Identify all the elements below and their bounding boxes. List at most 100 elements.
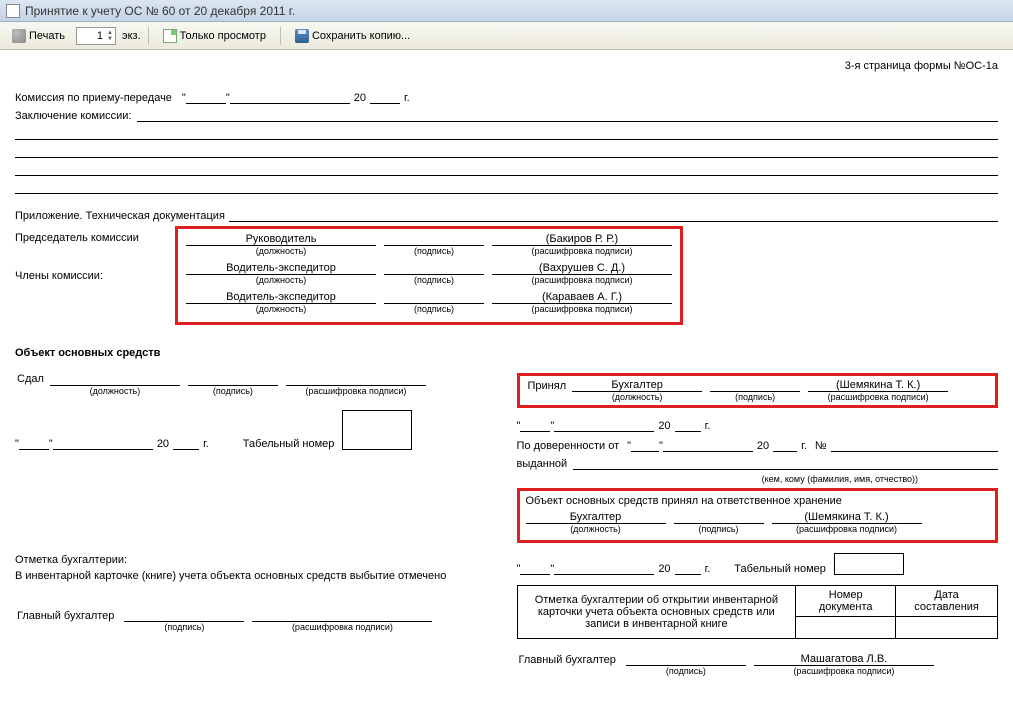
by-attorney-label: По доверенности от [517, 440, 620, 452]
storage-title: Объект основных средств принял на ответс… [526, 495, 990, 507]
year-prefix: 20 [658, 420, 670, 432]
chief-acc-left: Главный бухгалтер (подпись) (расшифровка… [15, 610, 432, 633]
left-date-line: "" 20 г. Табельный номер [15, 410, 497, 450]
num-sign: № [815, 440, 827, 452]
caption-decrypt: (расшифровка подписи) [808, 392, 948, 403]
year-g: г. [404, 92, 410, 104]
caption-signature: (подпись) [384, 304, 484, 315]
caption-position: (должность) [186, 246, 376, 257]
year-g: г. [705, 420, 711, 432]
doc-date-header: Дата составления [896, 586, 998, 617]
decrypt-value: (Бакиров Р. Р.) [492, 233, 672, 246]
accepted-highlight: Принял Бухгалтер (Шемякина Т. К.) (должн… [517, 373, 999, 408]
commission-label: Комиссия по приему-передаче [15, 92, 172, 104]
position-value: Бухгалтер [572, 379, 702, 392]
copies-spinner[interactable]: ▲ ▼ [76, 27, 116, 45]
rule [15, 126, 998, 140]
page-icon [163, 29, 177, 43]
year-prefix: 20 [757, 440, 769, 452]
chief-acc-right: Главный бухгалтер Машагатова Л.В. (подпи… [517, 653, 934, 676]
acc-mark-left-1: Отметка бухгалтерии: [15, 554, 497, 566]
doc-num-header: Номер документа [796, 586, 896, 617]
caption-decrypt: (расшифровка подписи) [754, 666, 934, 677]
window-titlebar: Принятие к учету ОС № 60 от 20 декабря 2… [0, 0, 1013, 22]
tab-number-label: Табельный номер [243, 438, 335, 450]
caption-position: (должность) [572, 392, 702, 403]
chief-acc-label: Главный бухгалтер [517, 653, 626, 666]
print-button[interactable]: Печать [5, 26, 72, 46]
signature-value [626, 653, 746, 666]
accounting-note-table: Отметка бухгалтерии об открытии инвентар… [517, 585, 999, 639]
chevron-down-icon[interactable]: ▼ [107, 36, 113, 42]
accepted-label: Принял [526, 379, 573, 392]
issued-label: выданной [517, 458, 568, 470]
decrypt-value: (Шемякина Т. К.) [808, 379, 948, 392]
caption-signature: (подпись) [626, 666, 746, 677]
conclusion-line: Заключение комиссии: [15, 108, 998, 122]
signature-value [710, 379, 800, 392]
rule [15, 162, 998, 176]
right-column: Принял Бухгалтер (Шемякина Т. К.) (должн… [517, 373, 999, 676]
toolbar: Печать ▲ ▼ экз. Только просмотр Сохранит… [0, 22, 1013, 50]
chairman-label: Председатель комиссии [15, 232, 175, 244]
app-icon [6, 4, 20, 18]
caption-signature: (подпись) [710, 392, 800, 403]
attorney-num [831, 438, 998, 452]
copies-input[interactable] [77, 30, 105, 42]
caption-position: (должность) [50, 385, 180, 396]
caption-decrypt: (расшифровка подписи) [492, 275, 672, 286]
right-date-line-1: "" 20 г. [517, 418, 999, 432]
signature-row-chairman: Руководитель (Бакиров Р. Р.) (должность)… [186, 233, 672, 256]
gave-label: Сдал [15, 373, 50, 385]
year-g: г. [705, 563, 711, 575]
commission-date-line: Комиссия по приему-передаче "" 20 г. [15, 90, 998, 104]
year-prefix: 20 [658, 563, 670, 575]
caption-decrypt: (расшифровка подписи) [772, 524, 922, 535]
caption-decrypt: (расшифровка подписи) [286, 385, 426, 396]
tab-number-label: Табельный номер [734, 563, 826, 575]
caption-signature: (подпись) [384, 246, 484, 257]
date-year-field [675, 418, 701, 432]
preview-button[interactable]: Только просмотр [156, 26, 273, 46]
signature-row-member: Водитель-экспедитор (Караваев А. Г.) (до… [186, 291, 672, 314]
conclusion-label: Заключение комиссии: [15, 110, 131, 122]
caption-signature: (подпись) [124, 622, 244, 633]
signature-value [384, 291, 484, 304]
decrypt-value: (Шемякина Т. К.) [772, 511, 922, 524]
year-prefix: 20 [354, 92, 366, 104]
document-page: 3-я страница формы №ОС-1а Комиссия по пр… [0, 50, 1013, 706]
window-title: Принятие к учету ОС № 60 от 20 декабря 2… [25, 4, 295, 18]
object-section-title: Объект основных средств [15, 347, 998, 359]
caption-signature: (подпись) [188, 385, 278, 396]
caption-position: (должность) [186, 275, 376, 286]
attachment-line: Приложение. Техническая документация [15, 208, 998, 222]
printer-icon [12, 29, 26, 43]
year-g: г. [203, 438, 209, 450]
attorney-year [773, 438, 797, 452]
date-month-field [230, 90, 350, 104]
date-year-field [173, 436, 199, 450]
save-copy-label: Сохранить копию... [312, 30, 410, 42]
right-date-line-2: "" 20 г. Табельный номер [517, 553, 999, 575]
tab-number-box [834, 553, 904, 575]
date-month-field [554, 418, 654, 432]
save-copy-button[interactable]: Сохранить копию... [288, 26, 417, 46]
attorney-month [663, 438, 753, 452]
accepted-signature-row: Принял Бухгалтер (Шемякина Т. К.) (должн… [526, 379, 949, 402]
signature-value [124, 610, 244, 622]
decrypt-value [252, 610, 432, 622]
spinner-arrows[interactable]: ▲ ▼ [105, 30, 115, 42]
doc-num-cell [796, 617, 896, 639]
caption-position: (должность) [186, 304, 376, 315]
storage-signature-row: Бухгалтер (Шемякина Т. К.) (должность) (… [526, 511, 922, 534]
date-day-field [186, 90, 226, 104]
attachment-label: Приложение. Техническая документация [15, 210, 225, 222]
caption-signature: (подпись) [384, 275, 484, 286]
page-number-label: 3-я страница формы №ОС-1а [15, 60, 998, 72]
two-column-block: Сдал (должность) (подпись) (расшифровка … [15, 373, 998, 676]
diskette-icon [295, 29, 309, 43]
members-label: Члены комиссии: [15, 270, 175, 282]
position-value: Водитель-экспедитор [186, 262, 376, 275]
signature-row-member: Водитель-экспедитор (Вахрушев С. Д.) (до… [186, 262, 672, 285]
preview-label: Только просмотр [180, 30, 266, 42]
